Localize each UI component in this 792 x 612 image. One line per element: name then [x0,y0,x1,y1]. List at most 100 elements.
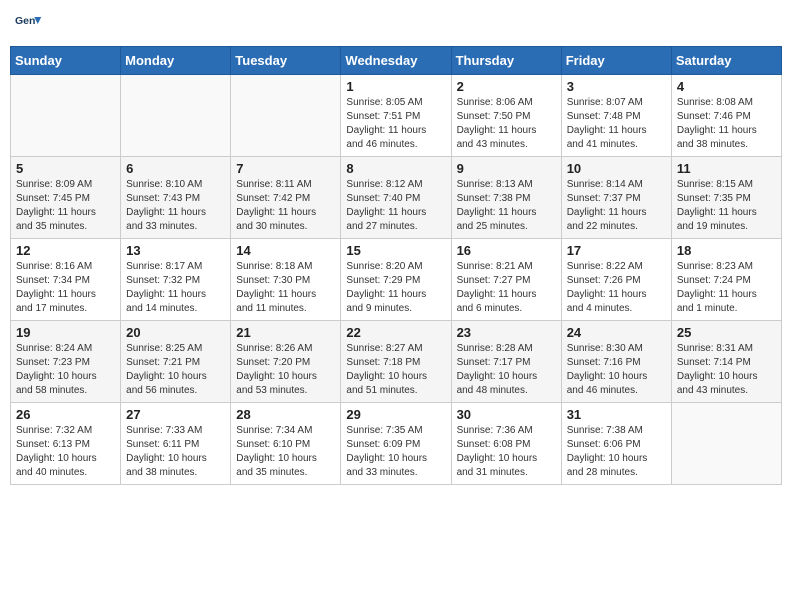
calendar-cell: 2 Sunrise: 8:06 AM Sunset: 7:50 PM Daylig… [451,75,561,157]
day-detail: Sunrise: 8:20 AM Sunset: 7:29 PM Dayligh… [346,260,445,316]
day-number: 19 [16,325,115,340]
day-number: 26 [16,407,115,422]
calendar-week-row: 1 Sunrise: 8:05 AM Sunset: 7:51 PM Daylig… [11,75,782,157]
calendar-cell: 9 Sunrise: 8:13 AM Sunset: 7:38 PM Daylig… [451,157,561,239]
day-detail: Sunrise: 8:26 AM Sunset: 7:20 PM Dayligh… [236,342,335,398]
day-number: 14 [236,243,335,258]
calendar-cell: 29Sunrise: 7:35 AM Sunset: 6:09 PM Dayli… [341,403,451,485]
calendar-cell: 27 Sunrise: 7:33 AM Sunset: 6:11 PM Dayli… [121,403,231,485]
calendar-cell: 7 Sunrise: 8:11 AM Sunset: 7:42 PM Daylig… [231,157,341,239]
calendar-cell: 11 Sunrise: 8:15 AM Sunset: 7:35 PM Dayli… [671,157,781,239]
day-number: 16 [457,243,556,258]
day-number: 31 [567,407,666,422]
day-number: 11 [677,161,776,176]
day-number: 9 [457,161,556,176]
logo: Gen [15,10,45,38]
calendar-cell [11,75,121,157]
day-number: 4 [677,79,776,94]
day-number: 18 [677,243,776,258]
day-detail: Sunrise: 8:18 AM Sunset: 7:30 PM Dayligh… [236,260,335,316]
day-detail: Sunrise: 8:08 AM Sunset: 7:46 PM Dayligh… [677,96,776,152]
calendar-cell: 18 Sunrise: 8:23 AM Sunset: 7:24 PM Dayli… [671,239,781,321]
calendar-cell: 30 Sunrise: 7:36 AM Sunset: 6:08 PM Dayli… [451,403,561,485]
day-detail: Sunrise: 8:31 AM Sunset: 7:14 PM Dayligh… [677,342,776,398]
day-detail: Sunrise: 8:30 AM Sunset: 7:16 PM Dayligh… [567,342,666,398]
calendar-week-row: 19 Sunrise: 8:24 AM Sunset: 7:23 PM Dayli… [11,321,782,403]
day-detail: Sunrise: 8:06 AM Sunset: 7:50 PM Dayligh… [457,96,556,152]
day-detail: Sunrise: 8:27 AM Sunset: 7:18 PM Dayligh… [346,342,445,398]
day-detail: Sunrise: 8:11 AM Sunset: 7:42 PM Dayligh… [236,178,335,234]
day-number: 10 [567,161,666,176]
calendar-cell [121,75,231,157]
day-detail: Sunrise: 7:32 AM Sunset: 6:13 PM Dayligh… [16,424,115,480]
day-number: 13 [126,243,225,258]
calendar-week-row: 5 Sunrise: 8:09 AM Sunset: 7:45 PM Daylig… [11,157,782,239]
calendar-week-row: 12Sunrise: 8:16 AM Sunset: 7:34 PM Dayli… [11,239,782,321]
day-number: 6 [126,161,225,176]
weekday-header-row: SundayMondayTuesdayWednesdayThursdayFrid… [11,47,782,75]
day-detail: Sunrise: 7:38 AM Sunset: 6:06 PM Dayligh… [567,424,666,480]
calendar-cell [671,403,781,485]
day-number: 23 [457,325,556,340]
day-number: 1 [346,79,445,94]
calendar-cell [231,75,341,157]
day-detail: Sunrise: 8:15 AM Sunset: 7:35 PM Dayligh… [677,178,776,234]
day-detail: Sunrise: 8:07 AM Sunset: 7:48 PM Dayligh… [567,96,666,152]
day-detail: Sunrise: 8:12 AM Sunset: 7:40 PM Dayligh… [346,178,445,234]
day-number: 30 [457,407,556,422]
weekday-header-friday: Friday [561,47,671,75]
day-detail: Sunrise: 8:09 AM Sunset: 7:45 PM Dayligh… [16,178,115,234]
calendar-cell: 3 Sunrise: 8:07 AM Sunset: 7:48 PM Daylig… [561,75,671,157]
day-detail: Sunrise: 7:34 AM Sunset: 6:10 PM Dayligh… [236,424,335,480]
day-detail: Sunrise: 7:36 AM Sunset: 6:08 PM Dayligh… [457,424,556,480]
calendar-cell: 12Sunrise: 8:16 AM Sunset: 7:34 PM Dayli… [11,239,121,321]
day-detail: Sunrise: 8:05 AM Sunset: 7:51 PM Dayligh… [346,96,445,152]
calendar-cell: 10Sunrise: 8:14 AM Sunset: 7:37 PM Dayli… [561,157,671,239]
weekday-header-thursday: Thursday [451,47,561,75]
day-number: 5 [16,161,115,176]
calendar-cell: 13 Sunrise: 8:17 AM Sunset: 7:32 PM Dayli… [121,239,231,321]
calendar-cell: 5 Sunrise: 8:09 AM Sunset: 7:45 PM Daylig… [11,157,121,239]
calendar-cell: 21Sunrise: 8:26 AM Sunset: 7:20 PM Dayli… [231,321,341,403]
calendar-week-row: 26 Sunrise: 7:32 AM Sunset: 6:13 PM Dayli… [11,403,782,485]
day-detail: Sunrise: 8:22 AM Sunset: 7:26 PM Dayligh… [567,260,666,316]
weekday-header-sunday: Sunday [11,47,121,75]
page-header: Gen [10,10,782,38]
logo-icon: Gen [15,10,43,38]
calendar-cell: 24 Sunrise: 8:30 AM Sunset: 7:16 PM Dayli… [561,321,671,403]
day-detail: Sunrise: 7:33 AM Sunset: 6:11 PM Dayligh… [126,424,225,480]
calendar-cell: 1 Sunrise: 8:05 AM Sunset: 7:51 PM Daylig… [341,75,451,157]
day-detail: Sunrise: 8:28 AM Sunset: 7:17 PM Dayligh… [457,342,556,398]
day-number: 3 [567,79,666,94]
day-detail: Sunrise: 8:24 AM Sunset: 7:23 PM Dayligh… [16,342,115,398]
calendar-cell: 8Sunrise: 8:12 AM Sunset: 7:40 PM Daylig… [341,157,451,239]
day-number: 7 [236,161,335,176]
day-detail: Sunrise: 8:23 AM Sunset: 7:24 PM Dayligh… [677,260,776,316]
calendar-cell: 15 Sunrise: 8:20 AM Sunset: 7:29 PM Dayli… [341,239,451,321]
calendar-cell: 22Sunrise: 8:27 AM Sunset: 7:18 PM Dayli… [341,321,451,403]
weekday-header-monday: Monday [121,47,231,75]
weekday-header-saturday: Saturday [671,47,781,75]
day-number: 15 [346,243,445,258]
day-number: 24 [567,325,666,340]
day-detail: Sunrise: 8:13 AM Sunset: 7:38 PM Dayligh… [457,178,556,234]
calendar-cell: 17 Sunrise: 8:22 AM Sunset: 7:26 PM Dayli… [561,239,671,321]
weekday-header-wednesday: Wednesday [341,47,451,75]
calendar-cell: 25 Sunrise: 8:31 AM Sunset: 7:14 PM Dayli… [671,321,781,403]
day-number: 28 [236,407,335,422]
day-number: 17 [567,243,666,258]
calendar-cell: 20 Sunrise: 8:25 AM Sunset: 7:21 PM Dayli… [121,321,231,403]
calendar-cell: 26 Sunrise: 7:32 AM Sunset: 6:13 PM Dayli… [11,403,121,485]
calendar-cell: 28 Sunrise: 7:34 AM Sunset: 6:10 PM Dayli… [231,403,341,485]
day-number: 25 [677,325,776,340]
day-detail: Sunrise: 8:10 AM Sunset: 7:43 PM Dayligh… [126,178,225,234]
day-number: 20 [126,325,225,340]
calendar-cell: 16 Sunrise: 8:21 AM Sunset: 7:27 PM Dayli… [451,239,561,321]
day-detail: Sunrise: 8:25 AM Sunset: 7:21 PM Dayligh… [126,342,225,398]
day-detail: Sunrise: 8:21 AM Sunset: 7:27 PM Dayligh… [457,260,556,316]
day-number: 2 [457,79,556,94]
svg-text:Gen: Gen [15,15,35,27]
day-number: 29 [346,407,445,422]
day-detail: Sunrise: 8:17 AM Sunset: 7:32 PM Dayligh… [126,260,225,316]
day-number: 27 [126,407,225,422]
